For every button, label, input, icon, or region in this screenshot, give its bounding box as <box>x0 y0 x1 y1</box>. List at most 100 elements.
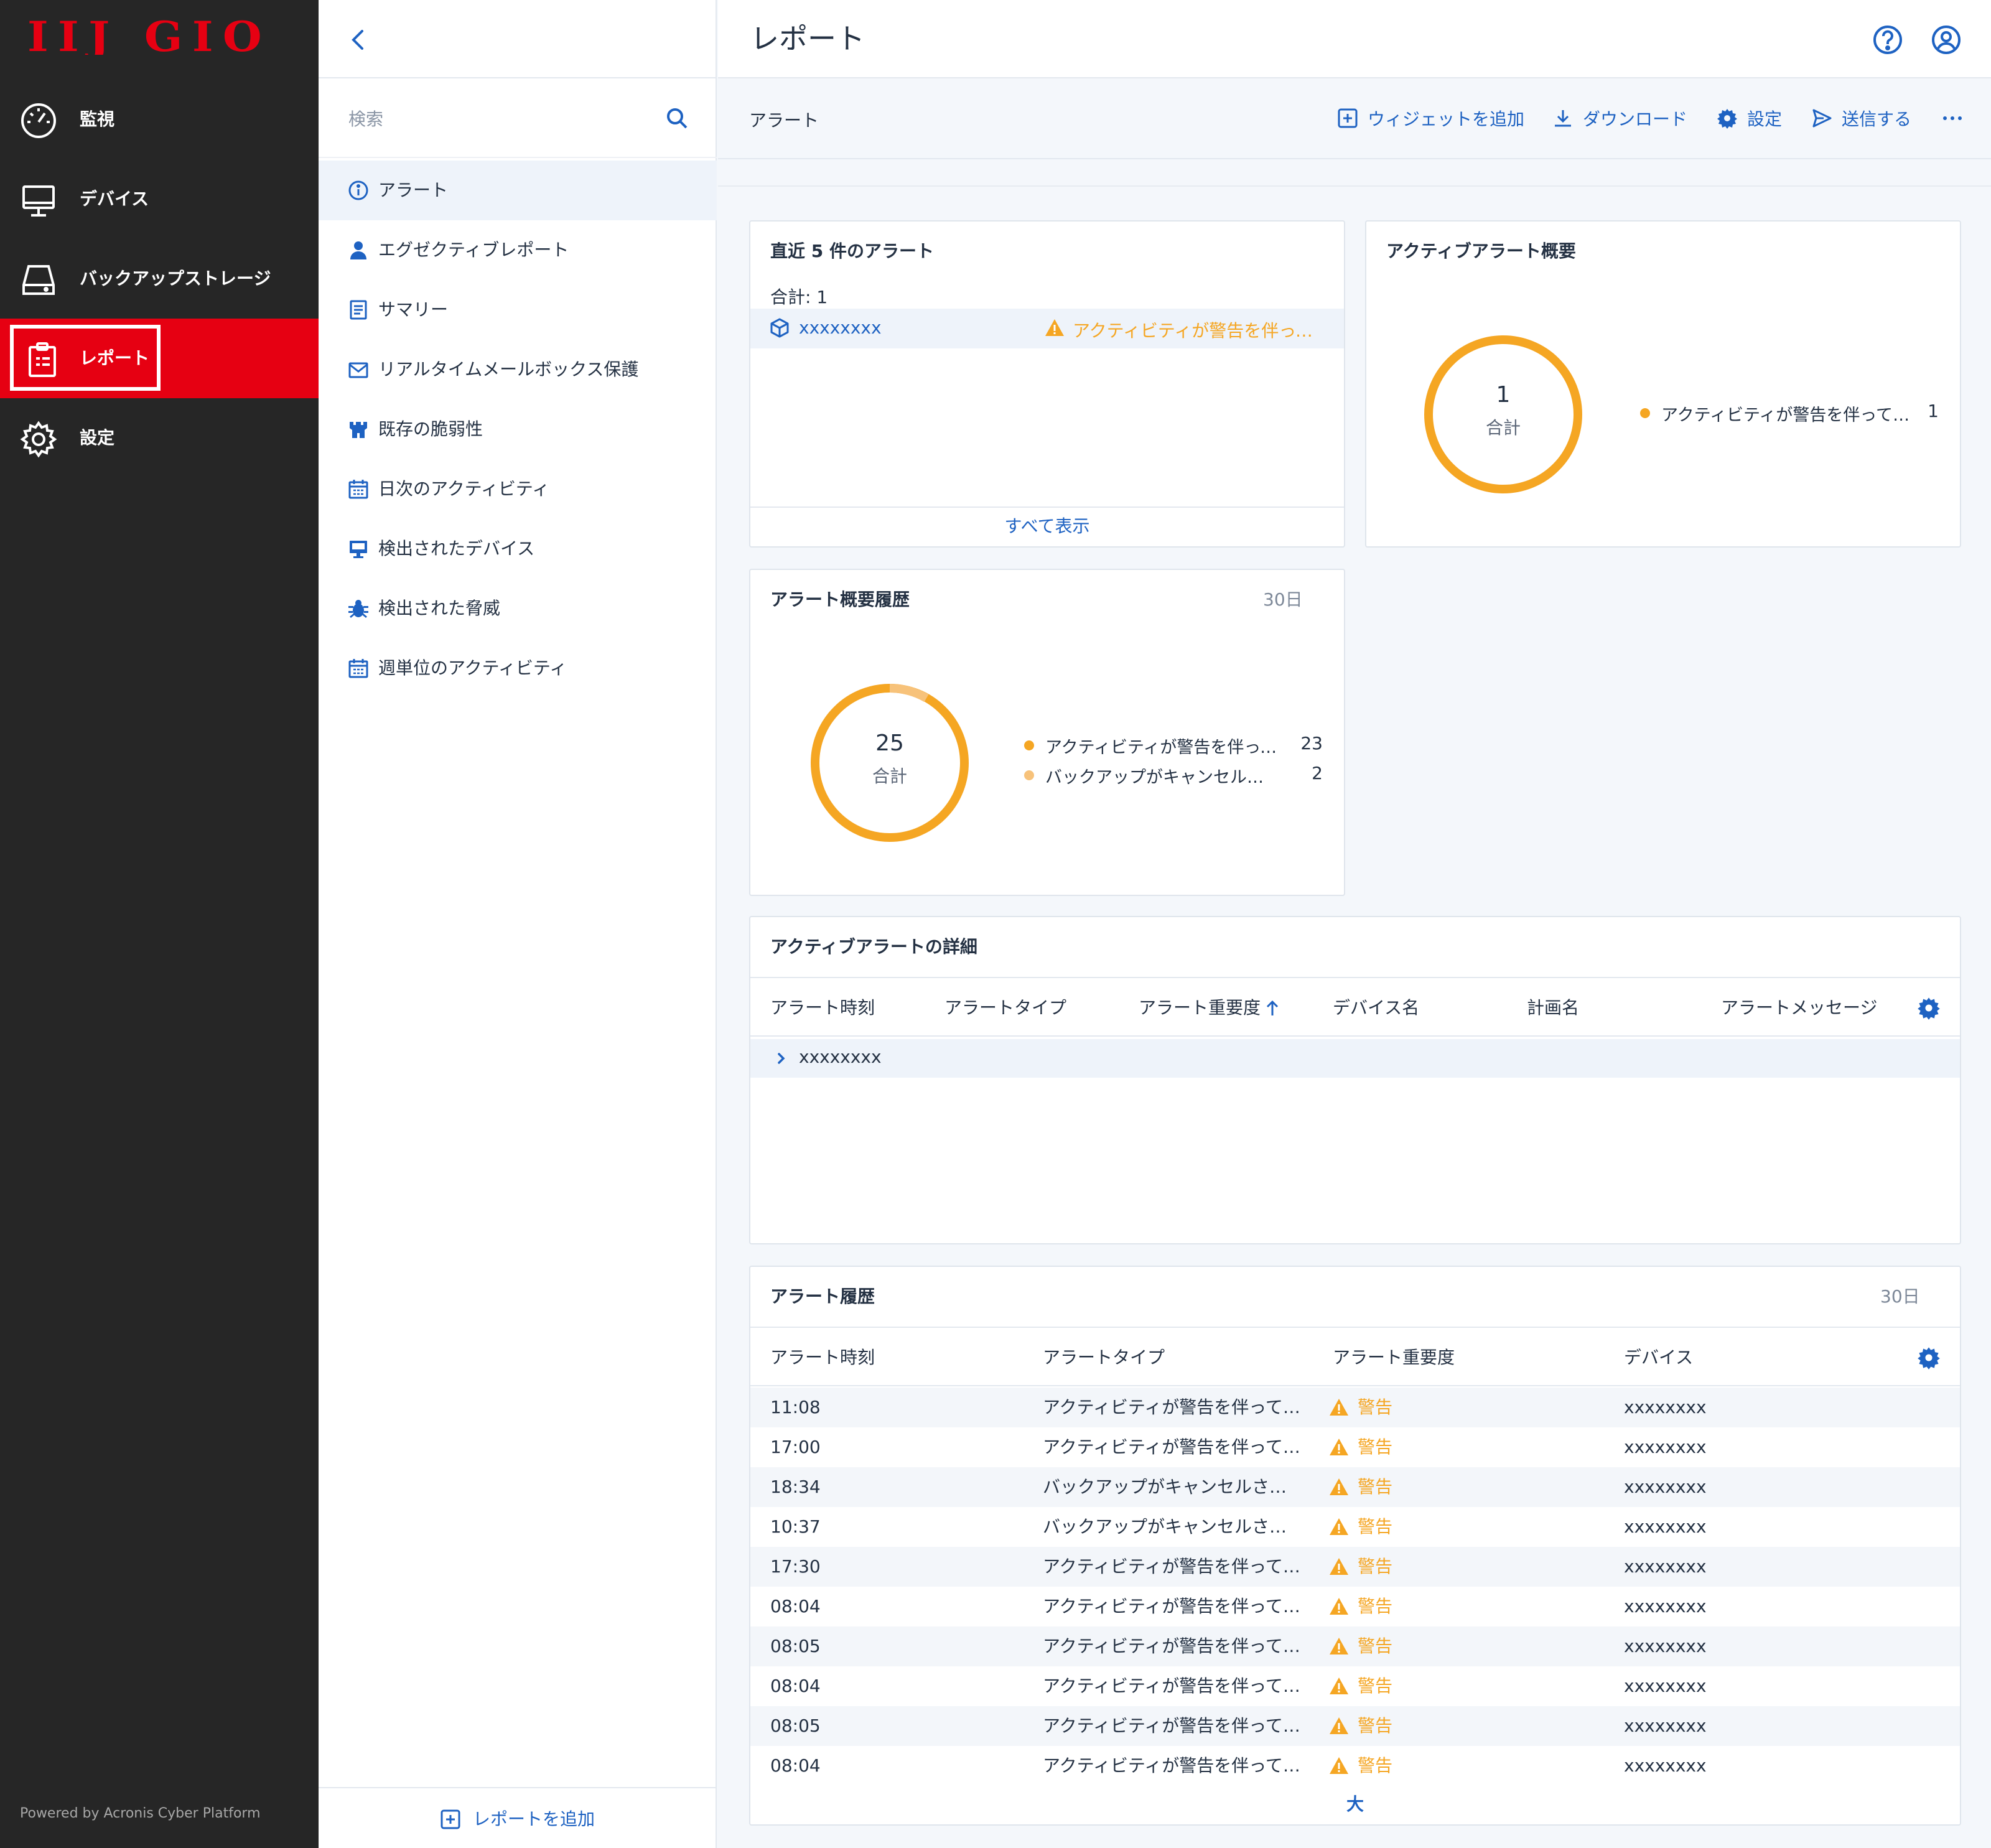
table-row[interactable]: 08:05 アクティビティが警告を伴って完了しました 警告 xxxxxxxx <box>750 1626 1960 1666</box>
legend-dot <box>1024 770 1034 780</box>
iij-gio-logo[interactable]: IIJ GIO <box>27 17 276 55</box>
column-settings-gear-icon[interactable] <box>1916 1345 1941 1370</box>
column-header[interactable]: デバイス <box>1624 1345 1693 1370</box>
column-header[interactable]: アラートメッセージ <box>1721 996 1877 1020</box>
table-row[interactable]: 08:04 アクティビティが警告を伴って完了しました 警告 xxxxxxxx <box>750 1746 1960 1786</box>
nav-item-backup-storage[interactable]: バックアップストレージ <box>0 239 319 319</box>
warning-icon <box>1330 1717 1348 1734</box>
warning-icon <box>1330 1757 1348 1774</box>
nav-item-label: 設定 <box>80 427 115 448</box>
donut-total-label: 合計 <box>1485 418 1521 438</box>
device-name: xxxxxxxx <box>1624 1755 1707 1776</box>
table-row[interactable]: 08:04 アクティビティが警告を伴って完了しました 警告 xxxxxxxx <box>750 1587 1960 1626</box>
widget-recent-alerts[interactable]: 直近 5 件のアラート 合計: 1 xxxxxxxx アクティビティが警告を伴っ… <box>749 220 1345 548</box>
column-header[interactable]: アラート時刻 <box>770 996 875 1020</box>
column-header[interactable]: アラートタイプ <box>944 996 1066 1020</box>
column-header[interactable]: アラート時刻 <box>770 1345 875 1370</box>
legend-item: アクティビティが警告を伴って完了しました <box>1024 733 1279 758</box>
alert-type: アクティビティが警告を伴って完了しました <box>1043 1397 1304 1417</box>
alert-type: バックアップがキャンセルされました <box>1043 1516 1304 1537</box>
drive-icon <box>22 265 55 295</box>
alert-time: 08:04 <box>770 1596 821 1617</box>
clipboard-icon <box>29 342 56 377</box>
add-report-label: レポートを追加 <box>473 1809 595 1829</box>
report-item-vulnerabilities[interactable]: 既存の脆弱性 <box>319 399 717 459</box>
alert-severity: 警告 <box>1358 1437 1393 1457</box>
table-row[interactable]: 11:08 アクティビティが警告を伴って完了しました 警告 xxxxxxxx <box>750 1388 1960 1427</box>
show-all-link[interactable]: すべて表示 <box>750 506 1344 546</box>
alert-severity: 警告 <box>1358 1516 1393 1537</box>
search-input[interactable] <box>348 103 635 134</box>
column-header[interactable]: アラート重要度 <box>1333 1345 1455 1370</box>
nav-item-reports[interactable]: レポート <box>0 319 319 398</box>
table-row[interactable]: 18:34 バックアップがキャンセルされました 警告 xxxxxxxx <box>750 1467 1960 1507</box>
report-item-mailbox[interactable]: リアルタイムメールボックス保護 <box>319 340 717 399</box>
nav-item-label: 監視 <box>80 109 115 129</box>
column-header[interactable]: デバイス名 <box>1333 996 1419 1020</box>
report-item-threats[interactable]: 検出された脅威 <box>319 579 717 638</box>
column-header[interactable]: 計画名 <box>1527 996 1579 1020</box>
widget-active-alert-details[interactable]: アクティブアラートの詳細 アラート時刻 アラートタイプ アラート重要度 デバイス… <box>749 916 1961 1244</box>
report-item-summary[interactable]: サマリー <box>319 280 717 340</box>
report-item-label: 検出された脅威 <box>378 598 501 618</box>
column-header[interactable]: アラート重要度 <box>1139 996 1261 1020</box>
alert-time: 08:05 <box>770 1715 821 1736</box>
widget-title: アラート概要履歴 <box>770 589 910 610</box>
help-icon[interactable] <box>1872 24 1904 56</box>
device-name[interactable]: xxxxxxxx <box>799 317 882 338</box>
nav-item-label: レポート <box>80 348 150 368</box>
monitor-icon <box>22 185 55 217</box>
add-widget-button[interactable]: ウィジェットを追加 <box>1336 105 1524 132</box>
widget-alert-history[interactable]: アラート履歴 30日 アラート時刻 アラートタイプ アラート重要度 デバイス 1… <box>749 1266 1961 1826</box>
table-row[interactable]: 10:37 バックアップがキャンセルされました 警告 xxxxxxxx <box>750 1507 1960 1547</box>
report-item-executive[interactable]: エグゼクティブレポート <box>319 220 717 280</box>
report-item-discovered-devices[interactable]: 検出されたデバイス <box>319 519 717 579</box>
nav-item-monitoring[interactable]: 監視 <box>0 80 319 159</box>
search-icon[interactable] <box>664 106 689 131</box>
nav-item-settings[interactable]: 設定 <box>0 398 319 478</box>
table-row[interactable]: 08:05 アクティビティが警告を伴って完了しました 警告 xxxxxxxx <box>750 1706 1960 1746</box>
widget-alert-summary-history[interactable]: アラート概要履歴 30日 25 合計 アクティビティが警告を伴って完了しました … <box>749 569 1345 896</box>
report-item-daily-activity[interactable]: 日次のアクティビティ <box>319 459 717 519</box>
alert-message: アクティビティが警告を伴って完了しました <box>1073 320 1322 341</box>
table-row[interactable]: xxxxxxxx <box>750 1039 1960 1078</box>
expand-link[interactable]: 大 <box>750 1787 1960 1824</box>
reports-panel: アラート エグゼクティブレポート サマリー リアルタイムメールボックス保護 既存… <box>319 0 717 1848</box>
warning-icon <box>1330 1558 1348 1575</box>
table-row[interactable]: 08:04 アクティビティが警告を伴って完了しました 警告 xxxxxxxx <box>750 1666 1960 1706</box>
alert-severity: 警告 <box>1358 1477 1393 1497</box>
device-name: xxxxxxxx <box>1624 1397 1707 1417</box>
table-row[interactable]: 17:00 アクティビティが警告を伴って完了しました 警告 xxxxxxxx <box>750 1427 1960 1467</box>
widget-title: アクティブアラートの詳細 <box>770 936 977 957</box>
legend-value: 1 <box>1928 401 1939 421</box>
alert-severity: 警告 <box>1358 1755 1393 1776</box>
warning-icon <box>1330 1638 1348 1654</box>
list-item[interactable]: xxxxxxxx アクティビティが警告を伴って完了しました <box>750 309 1344 348</box>
chevron-right-icon[interactable] <box>774 1050 789 1066</box>
add-report-button[interactable]: レポートを追加 <box>319 1787 717 1848</box>
column-settings-gear-icon[interactable] <box>1916 996 1941 1020</box>
device-name: xxxxxxxx <box>1624 1715 1707 1736</box>
sort-ascending-icon[interactable] <box>1266 999 1279 1017</box>
legend-item: アクティビティが警告を伴って完了しました <box>1640 401 1914 426</box>
warning-icon <box>1330 1439 1348 1455</box>
settings-button[interactable]: 設定 <box>1716 105 1782 132</box>
send-button[interactable]: 送信する <box>1811 105 1911 132</box>
device-name: xxxxxxxx <box>1624 1596 1707 1617</box>
send-label: 送信する <box>1842 109 1912 129</box>
download-button[interactable]: ダウンロード <box>1552 105 1687 132</box>
account-icon[interactable] <box>1930 24 1962 56</box>
more-icon[interactable] <box>1941 111 1964 126</box>
toolbar: アラート ウィジェットを追加 ダウンロード 設定 送信する <box>718 78 1991 159</box>
nav-item-devices[interactable]: デバイス <box>0 159 319 239</box>
donut-segment-cancelled <box>889 684 929 702</box>
powered-by: Powered by Acronis Cyber Platform <box>20 1806 261 1821</box>
table-row[interactable]: 17:30 アクティビティが警告を伴って完了しました 警告 xxxxxxxx <box>750 1547 1960 1587</box>
warning-icon <box>1330 1478 1348 1495</box>
report-item-alerts[interactable]: アラート <box>319 161 717 220</box>
legend-value: 2 <box>1312 763 1323 783</box>
back-chevron-icon[interactable] <box>343 25 373 55</box>
report-item-weekly-activity[interactable]: 週単位のアクティビティ <box>319 638 717 698</box>
widget-active-alert-summary[interactable]: アクティブアラート概要 1 合計 アクティビティが警告を伴って完了しました 1 <box>1365 220 1961 548</box>
column-header[interactable]: アラートタイプ <box>1043 1345 1165 1370</box>
